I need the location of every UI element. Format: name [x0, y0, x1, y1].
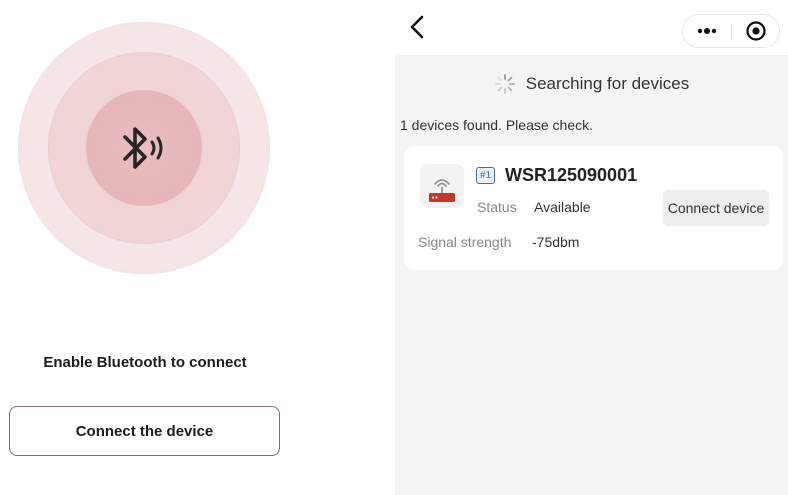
bluetooth-icon	[123, 127, 163, 169]
bluetooth-ring	[48, 52, 240, 244]
bluetooth-core	[86, 90, 202, 206]
signal-strength-label: Signal strength	[418, 234, 512, 250]
devices-found-text: 1 devices found. Please check.	[400, 117, 594, 133]
signal-strength-value: -75dbm	[532, 234, 580, 250]
target-icon[interactable]	[732, 15, 780, 47]
device-index-badge: #1	[476, 167, 496, 184]
mini-program-capsule	[682, 14, 780, 48]
status-label: Status	[477, 199, 517, 215]
router-icon	[420, 164, 464, 208]
device-search-screen: Searching for devices 1 devices found. P…	[395, 0, 788, 495]
device-name: WSR125090001	[505, 165, 638, 185]
device-card: #1 WSR125090001 Status Available Connect…	[404, 146, 783, 270]
bluetooth-halo	[18, 22, 270, 274]
enable-bluetooth-label: Enable Bluetooth to connect	[43, 354, 247, 371]
connect-device-button[interactable]: Connect device	[663, 190, 769, 226]
more-dots-icon[interactable]	[683, 15, 731, 47]
chevron-left-icon[interactable]	[407, 14, 429, 40]
searching-text: Searching for devices	[525, 74, 690, 93]
loading-spinner-icon	[494, 74, 515, 94]
status-value: Available	[534, 199, 591, 215]
connect-the-device-button[interactable]: Connect the device	[9, 406, 280, 456]
search-status: Searching for devices	[395, 72, 788, 96]
bluetooth-panel: Enable Bluetooth to connect Connect the …	[0, 0, 395, 495]
nav-bar	[395, 0, 788, 55]
